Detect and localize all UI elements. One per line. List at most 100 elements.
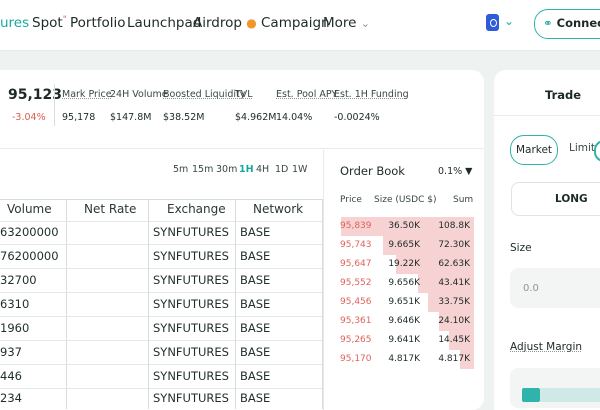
table-row-divider [0,268,322,269]
mark-price-value: 95,178 [62,112,96,123]
order-book-size: 9.665K [388,240,420,250]
network-icon[interactable] [486,14,499,31]
timeframe-30m[interactable]: 30m [216,164,237,175]
order-book-price[interactable]: 95,170 [340,354,372,364]
cell-volume: 937 [0,345,22,359]
precision-select[interactable]: 0.1% ▼ [438,166,472,177]
order-book-price[interactable]: 95,552 [340,278,372,288]
stats-divider [54,84,55,126]
timeframe-1w[interactable]: 1W [292,164,307,175]
table-row-divider [0,292,322,293]
stats-separator [0,148,484,149]
timeframe-1d[interactable]: 1D [275,164,288,175]
nav-item-spot-label: Spot [32,15,63,31]
order-book-size: 4.817K [388,354,420,364]
timeframe-15m[interactable]: 15m [192,164,213,175]
network-chevron-icon[interactable]: ⌄ [504,14,514,28]
order-book-size: 9.651K [388,297,420,307]
table-row-divider [0,244,322,245]
liquidity-label: Boosted Liquidity [163,89,246,100]
cell-exchange: SYNFUTURES [153,345,229,359]
size-value: 0.0 [523,283,539,294]
cell-exchange: SYNFUTURES [153,249,229,263]
nav-item-futures[interactable]: ures [0,15,29,31]
order-book-price[interactable]: 95,265 [340,335,372,345]
column-header-network: Network [253,202,304,216]
order-book-sum: 72.30K [438,240,470,250]
nav-item-spot[interactable]: Spot" [32,15,67,31]
cell-volume: 234 [0,391,22,405]
cell-exchange: SYNFUTURES [153,321,229,335]
cell-network: BASE [240,225,271,239]
order-book-sum: 62.63K [438,259,470,269]
order-book-title: Order Book [340,164,405,178]
cell-volume: 6310 [0,297,30,311]
column-header-exchange: Exchange [167,202,226,216]
order-book-sum: 4.817K [438,354,470,364]
timeframe-5m[interactable]: 5m [173,164,188,175]
volume-value: $147.8M [110,112,152,123]
timeframe-4h[interactable]: 4H [256,164,269,175]
order-book-size: 19.22K [388,259,420,269]
cell-volume: 1960 [0,321,30,335]
order-book-price[interactable]: 95,456 [340,297,372,307]
cell-exchange: SYNFUTURES [153,273,229,287]
table-row-divider [0,221,322,222]
order-book-size-header: Size (USDC $) [374,195,437,205]
cell-network: BASE [240,369,271,383]
cell-network: BASE [240,273,271,287]
cell-network: BASE [240,249,271,263]
connect-wallet-button[interactable]: ⚭Connect W [534,9,600,39]
cell-exchange: SYNFUTURES [153,297,229,311]
connect-wallet-label: Connect W [556,16,600,30]
limit-order-tab[interactable]: Limit [569,142,595,154]
cell-network: BASE [240,391,271,405]
order-book-sum-header: Sum [453,195,474,205]
order-book-price[interactable]: 95,361 [340,316,372,326]
funding-value: -0.0024% [334,112,380,123]
table-row-divider [0,388,322,389]
nav-item-portfolio[interactable]: Portfolio [70,15,126,31]
cell-exchange: SYNFUTURES [153,391,229,405]
trade-title: Trade [545,88,582,102]
nav-item-more-label: More [323,15,357,31]
long-button-label: LONG [555,193,588,205]
trade-panel [494,70,600,410]
pool-apy-label: Est. Pool APY [276,89,338,100]
cell-volume: 446 [0,369,22,383]
precision-value: 0.1% [438,166,463,177]
order-book-price[interactable]: 95,647 [340,259,372,269]
nav-item-campaign[interactable]: Campaign [261,15,330,31]
order-book-price[interactable]: 95,839 [340,221,372,231]
nav-item-airdrop[interactable]: Airdrop ● [193,15,257,31]
nav-item-more[interactable]: More ⌄ [323,15,370,31]
market-order-tab[interactable]: Market [510,135,558,165]
table-column-divider [148,199,149,409]
caret-down-icon: ▼ [465,166,473,177]
price-change: -3.04% [12,112,46,123]
mark-price-label: Mark Price [62,89,112,100]
adjust-margin-label[interactable]: Adjust Margin [510,341,582,353]
flame-icon: ● [246,16,257,30]
timeframe-1h[interactable]: 1H [239,164,254,175]
trade-separator [494,115,600,116]
cell-volume: 63200000 [0,225,59,239]
column-header-net-rate: Net Rate [84,202,137,216]
table-row-divider [0,364,322,365]
size-label: Size [510,242,532,254]
order-book-sum: 43.41K [438,278,470,288]
pool-apy-value: 14.04% [276,112,313,123]
tvl-label: TVL [235,89,253,100]
order-book-price[interactable]: 95,743 [340,240,372,250]
table-column-divider [235,199,236,409]
order-book-size: 36.50K [388,221,420,231]
cell-network: BASE [240,321,271,335]
cell-volume: 32700 [0,273,37,287]
order-book-sum: 24.10K [438,316,470,326]
table-row-divider [0,340,322,341]
order-book-sum: 14.45K [438,335,470,345]
order-book-sum: 33.75K [438,297,470,307]
order-book-size: 9.641K [388,335,420,345]
nav-item-launchpad[interactable]: Launchpad [127,15,201,31]
panel-divider [323,150,324,410]
